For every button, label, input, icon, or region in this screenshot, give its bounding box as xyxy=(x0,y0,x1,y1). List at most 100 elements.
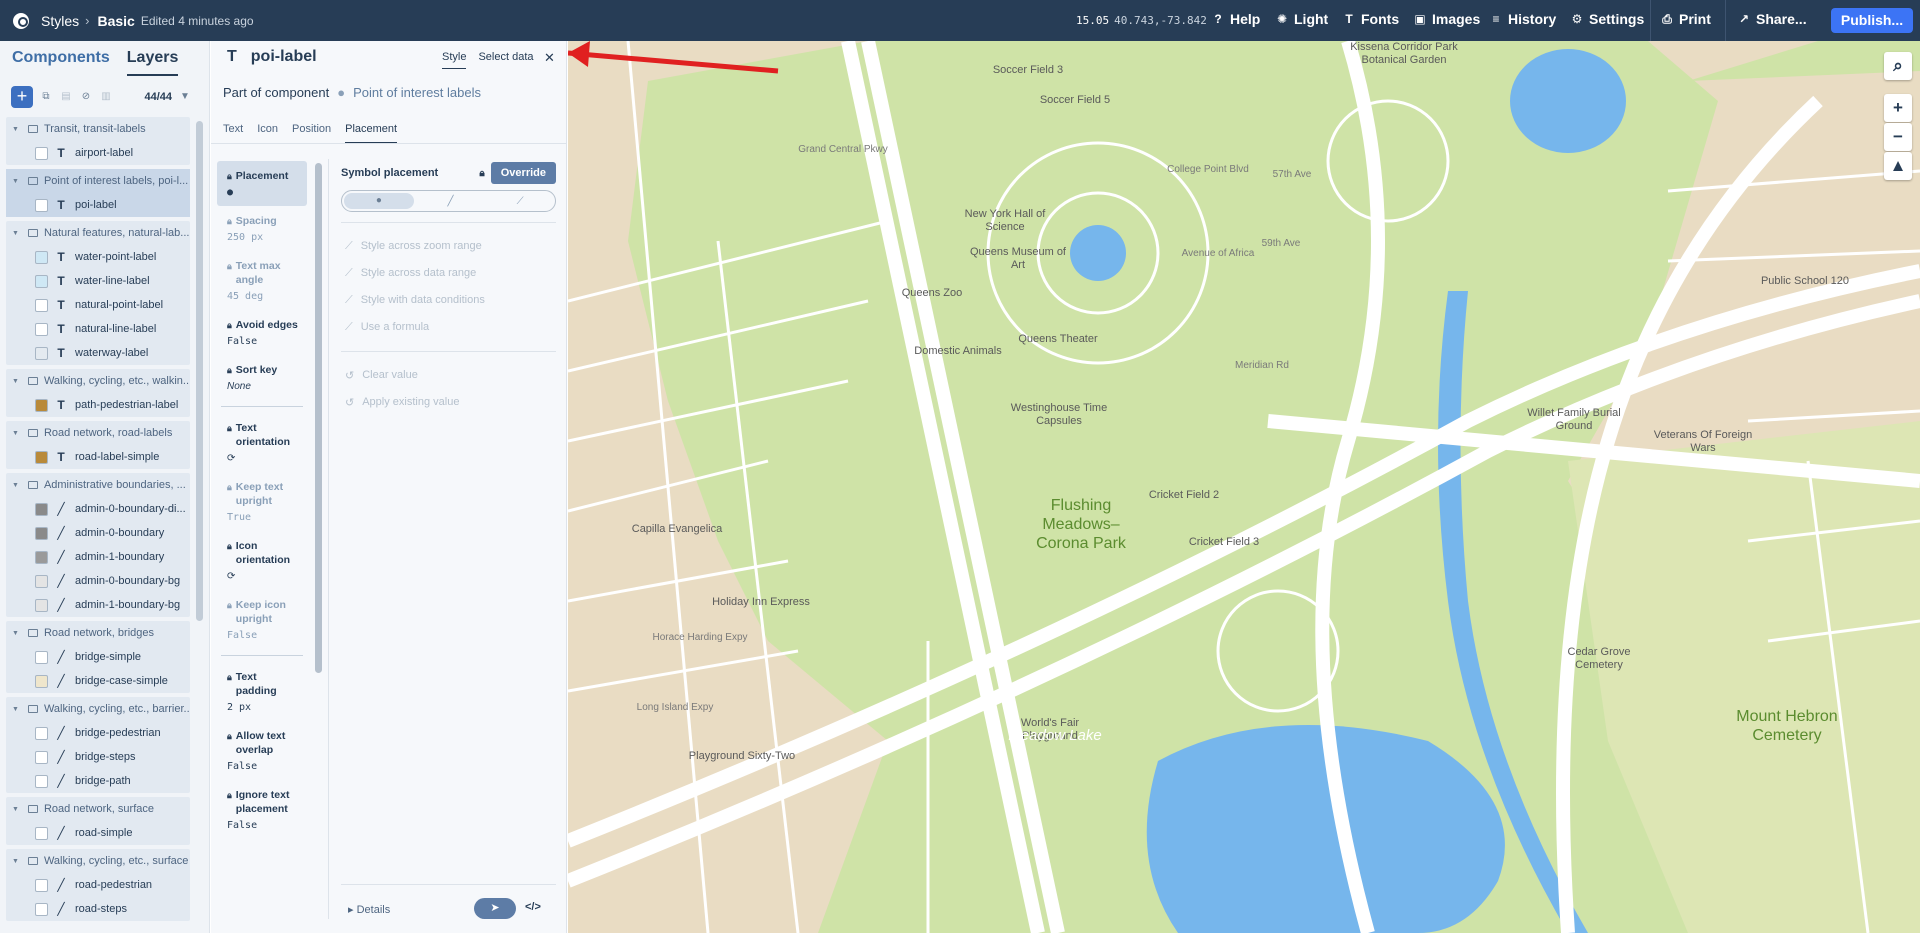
print-button[interactable]: ⎙ Print xyxy=(1660,11,1711,27)
layer-item[interactable]: Tpoi-label xyxy=(6,193,190,217)
duplicate-icon[interactable]: ⧉ xyxy=(39,90,53,104)
property-item[interactable]: 🔒︎ Text max angle 45 deg xyxy=(217,251,307,310)
layer-item[interactable]: ╱ admin-1-boundary xyxy=(6,545,190,569)
property-item[interactable]: 🔒︎ Avoid edges False xyxy=(217,310,307,355)
layer-group-header[interactable]: ▼ Walking, cycling, etc., walkin... xyxy=(6,369,190,393)
property-scrollbar[interactable] xyxy=(315,163,322,673)
tab-text[interactable]: Text xyxy=(223,123,243,144)
property-item[interactable]: 🔒︎ Keep icon upright False xyxy=(217,590,307,649)
layer-item[interactable]: ╱ admin-0-boundary-bg xyxy=(6,569,190,593)
layer-group-header[interactable]: ▼ Walking, cycling, etc., surface xyxy=(6,849,190,873)
property-item[interactable]: 🔒︎ Text orientation ⟳ xyxy=(217,413,307,472)
layer-group-header[interactable]: ▼ Natural features, natural-lab... xyxy=(6,221,190,245)
caret-down-icon[interactable]: ▼ xyxy=(12,706,19,713)
layer-item[interactable]: ╱ admin-1-boundary-bg xyxy=(6,593,190,617)
close-icon[interactable]: ✕ xyxy=(544,50,555,66)
caret-down-icon[interactable]: ▼ xyxy=(12,378,19,385)
layer-group-header[interactable]: ▼ Road network, road-labels xyxy=(6,421,190,445)
layer-group-header[interactable]: ▼ Road network, surface xyxy=(6,797,190,821)
property-item[interactable]: 🔒︎ Placement ● xyxy=(217,161,307,206)
map-search-icon[interactable]: ⌕ xyxy=(1884,52,1912,80)
value-option[interactable]: ↺ Apply existing value xyxy=(341,389,556,416)
layer-group-header[interactable]: ▼ Transit, transit-labels xyxy=(6,117,190,141)
layer-item[interactable]: Tairport-label xyxy=(6,141,190,165)
share-button[interactable]: ↗ Share... xyxy=(1737,11,1807,27)
tab-position[interactable]: Position xyxy=(292,123,331,144)
publish-button[interactable]: Publish... xyxy=(1831,8,1913,33)
style-name[interactable]: Basic xyxy=(97,13,134,29)
copy-icon[interactable]: ▤ xyxy=(59,90,73,104)
caret-down-icon[interactable]: ▼ xyxy=(12,126,19,133)
layer-item[interactable]: Twaterway-label xyxy=(6,341,190,365)
caret-down-icon[interactable]: ▼ xyxy=(12,630,19,637)
layer-group-header[interactable]: ▼ Administrative boundaries, ... xyxy=(6,473,190,497)
add-layer-button[interactable]: + xyxy=(11,86,33,108)
layer-item[interactable]: ╱ bridge-pedestrian xyxy=(6,721,190,745)
placement-line-option[interactable]: ╱ xyxy=(416,196,486,207)
details-toggle[interactable]: ▸ Details xyxy=(348,903,390,916)
code-icon[interactable]: </> xyxy=(525,901,541,913)
map-canvas[interactable]: Soccer Field 3 Soccer Field 5 New York Hal… xyxy=(568,41,1920,933)
style-option[interactable]: ⟋ Style with data conditions xyxy=(341,287,556,314)
layer-item[interactable]: ╱ road-simple xyxy=(6,821,190,845)
caret-down-icon[interactable]: ▼ xyxy=(12,858,19,865)
style-option[interactable]: ⟋ Use a formula xyxy=(341,314,556,341)
breadcrumb-styles[interactable]: Styles xyxy=(41,13,79,29)
fonts-button[interactable]: T Fonts xyxy=(1342,11,1399,27)
tab-layers[interactable]: Layers xyxy=(126,49,179,76)
caret-down-icon[interactable]: ▼ xyxy=(12,806,19,813)
property-item[interactable]: 🔒︎ Sort key None xyxy=(217,355,307,400)
zoom-in-button[interactable]: + xyxy=(1884,94,1912,122)
caret-down-icon[interactable]: ▼ xyxy=(12,430,19,437)
property-item[interactable]: 🔒︎ Keep text upright True xyxy=(217,472,307,531)
link-icon[interactable]: ⊘ xyxy=(79,90,93,104)
tab-icon[interactable]: Icon xyxy=(257,123,278,144)
layer-item[interactable]: ╱ bridge-case-simple xyxy=(6,669,190,693)
property-item[interactable]: 🔒︎ Spacing 250 px xyxy=(217,206,307,251)
layer-item[interactable]: Twater-point-label xyxy=(6,245,190,269)
cursor-mode-button[interactable]: ➤ xyxy=(474,898,516,919)
compass-icon[interactable]: ▲ xyxy=(1884,152,1912,180)
style-option[interactable]: ⟋ Style across data range xyxy=(341,260,556,287)
layer-item[interactable]: ╱ admin-0-boundary xyxy=(6,521,190,545)
layer-item[interactable]: ╱ bridge-simple xyxy=(6,645,190,669)
layer-item[interactable]: ╱ road-steps xyxy=(6,897,190,921)
light-button[interactable]: ✺ Light xyxy=(1275,11,1328,27)
trash-icon[interactable]: ▥ xyxy=(99,90,113,104)
settings-button[interactable]: ⚙ Settings xyxy=(1570,11,1645,27)
property-item[interactable]: 🔒︎ Text padding 2 px xyxy=(217,662,307,721)
tab-style[interactable]: Style xyxy=(442,51,467,69)
caret-down-icon[interactable]: ▼ xyxy=(12,178,19,185)
tab-placement[interactable]: Placement xyxy=(345,123,398,144)
caret-down-icon[interactable]: ▼ xyxy=(12,482,19,489)
component-name[interactable]: Point of interest labels xyxy=(353,85,481,100)
property-item[interactable]: 🔒︎ Icon orientation ⟳ xyxy=(217,531,307,590)
override-button[interactable]: Override xyxy=(490,162,556,184)
layer-name[interactable]: poi-label xyxy=(251,48,317,66)
property-item[interactable]: 🔒︎ Allow text overlap False xyxy=(217,721,307,780)
layer-group-header[interactable]: ▼ Point of interest labels, poi-l... xyxy=(6,169,190,193)
style-option[interactable]: ⟋ Style across zoom range xyxy=(341,233,556,260)
layer-item[interactable]: ╱ admin-0-boundary-di... xyxy=(6,497,190,521)
layer-item[interactable]: ╱ road-pedestrian xyxy=(6,873,190,897)
mapbox-logo-icon[interactable] xyxy=(13,12,29,29)
layer-item[interactable]: Tpath-pedestrian-label xyxy=(6,393,190,417)
layer-item[interactable]: Twater-line-label xyxy=(6,269,190,293)
layer-item[interactable]: ╱ bridge-steps xyxy=(6,745,190,769)
layer-group-header[interactable]: ▼ Walking, cycling, etc., barrier... xyxy=(6,697,190,721)
layer-item[interactable]: Tnatural-point-label xyxy=(6,293,190,317)
layer-item[interactable]: Troad-label-simple xyxy=(6,445,190,469)
placement-point-option[interactable]: ● xyxy=(344,193,414,209)
tab-select-data[interactable]: Select data xyxy=(478,51,533,69)
history-button[interactable]: ≡ History xyxy=(1489,11,1556,27)
layer-item[interactable]: Tnatural-line-label xyxy=(6,317,190,341)
placement-line-center-option[interactable]: ⟋ xyxy=(485,196,555,207)
property-item[interactable]: 🔒︎ Ignore text placement False xyxy=(217,780,307,839)
layer-group-header[interactable]: ▼ Road network, bridges xyxy=(6,621,190,645)
filter-icon[interactable]: ▼ xyxy=(178,90,192,104)
layer-item[interactable]: ╱ bridge-path xyxy=(6,769,190,793)
help-button[interactable]: ? Help xyxy=(1211,11,1260,27)
zoom-out-button[interactable]: − xyxy=(1884,123,1912,151)
value-option[interactable]: ↺ Clear value xyxy=(341,362,556,389)
tab-components[interactable]: Components xyxy=(12,49,110,76)
